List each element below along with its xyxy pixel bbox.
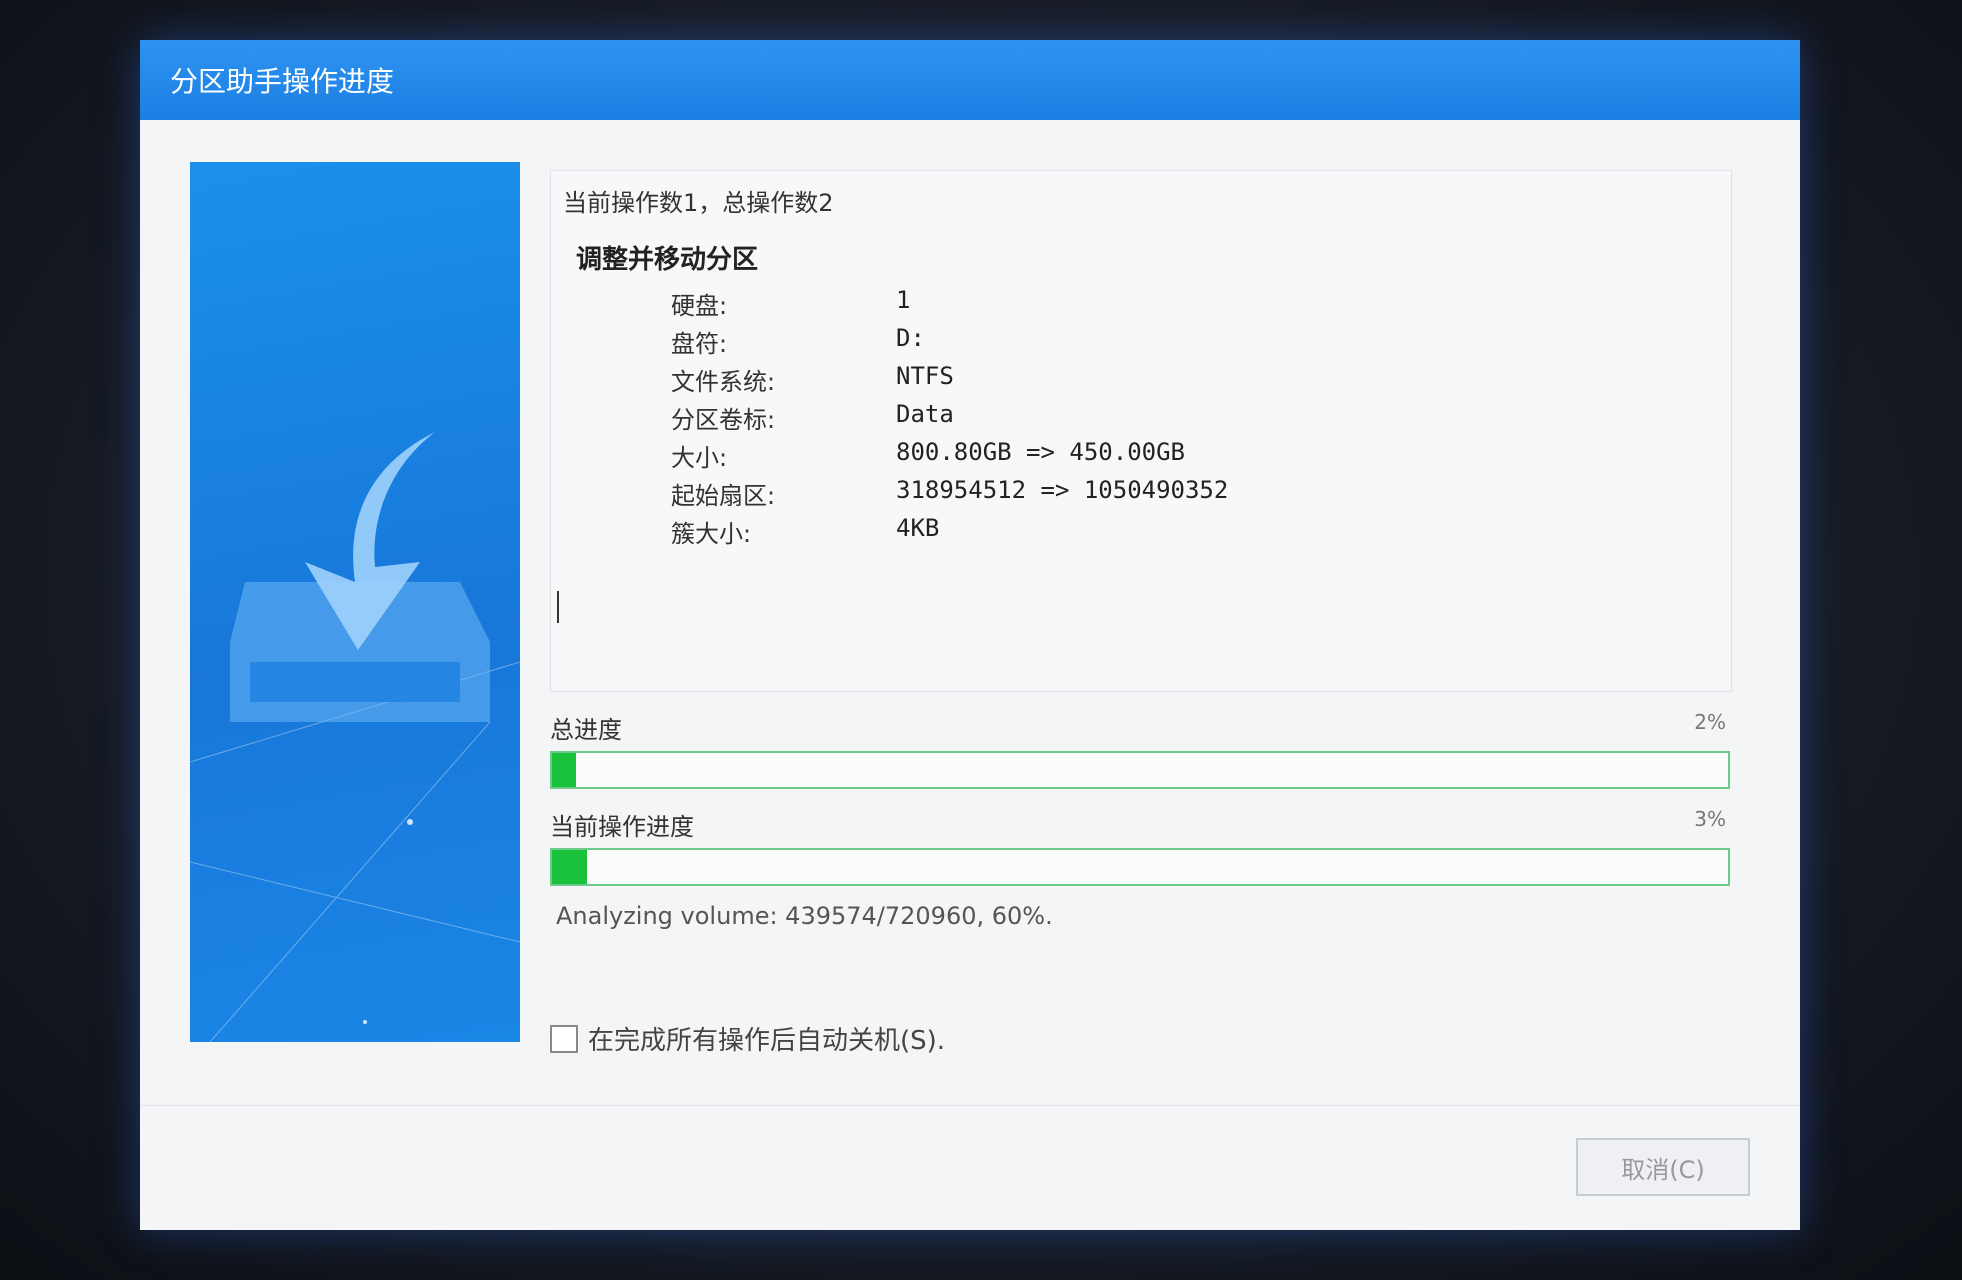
current-progress-fill: [552, 850, 588, 884]
shutdown-option[interactable]: 在完成所有操作后自动关机(S).: [550, 1020, 1750, 1057]
operation-counter: 当前操作数1，总操作数2: [563, 189, 834, 217]
progress-dialog: 分区助手操作进度 当前操作数1，总操作数2 调整并移动分区 硬盘: 1 盘符: …: [140, 40, 1800, 1230]
detail-value: Data: [896, 400, 954, 428]
detail-label: 分区卷标:: [671, 406, 776, 434]
disk-download-icon: [190, 432, 520, 1042]
cancel-button[interactable]: 取消(C): [1576, 1138, 1750, 1196]
side-banner: [190, 162, 520, 1042]
operation-title: 调整并移动分区: [576, 245, 759, 275]
detail-value: 800.80GB => 450.00GB: [896, 438, 1185, 466]
detail-label: 文件系统:: [671, 368, 776, 396]
operation-info-box[interactable]: 当前操作数1，总操作数2 调整并移动分区 硬盘: 1 盘符: D: 文件系统: …: [550, 170, 1732, 692]
detail-value: D:: [896, 324, 925, 352]
current-progress-bar: [550, 848, 1730, 886]
detail-value: 318954512 => 1050490352: [896, 476, 1229, 504]
current-progress-label: 当前操作进度: [550, 813, 694, 841]
detail-row-cluster-size: 簇大小: 4KB: [671, 514, 939, 549]
detail-row-drive-letter: 盘符: D:: [671, 324, 925, 359]
detail-label: 大小:: [671, 444, 728, 472]
detail-row-size: 大小: 800.80GB => 450.00GB: [671, 438, 1185, 473]
text-caret: [557, 591, 559, 623]
shutdown-label[interactable]: 在完成所有操作后自动关机(S).: [588, 1020, 945, 1057]
detail-label: 起始扇区:: [671, 482, 776, 510]
title-bar[interactable]: 分区助手操作进度: [140, 40, 1800, 120]
total-progress-header: 总进度 2%: [550, 710, 1730, 745]
detail-row-disk: 硬盘: 1: [671, 286, 910, 321]
total-progress-bar: [550, 751, 1730, 789]
detail-label: 硬盘:: [671, 292, 728, 320]
detail-value: 4KB: [896, 514, 940, 542]
main-content: 当前操作数1，总操作数2 调整并移动分区 硬盘: 1 盘符: D: 文件系统: …: [550, 170, 1750, 1057]
total-progress-percent: 2%: [1694, 710, 1726, 734]
footer-divider: [140, 1105, 1800, 1106]
current-progress-percent: 3%: [1694, 807, 1726, 831]
status-text: Analyzing volume: 439574/720960, 60%.: [556, 902, 1053, 930]
detail-row-volume-label: 分区卷标: Data: [671, 400, 954, 435]
shutdown-checkbox[interactable]: [550, 1024, 578, 1053]
detail-label: 簇大小:: [671, 520, 752, 548]
detail-label: 盘符:: [671, 330, 728, 358]
current-progress-header: 当前操作进度 3%: [550, 807, 1730, 842]
detail-row-start-sector: 起始扇区: 318954512 => 1050490352: [671, 476, 1228, 511]
detail-value: NTFS: [896, 362, 954, 390]
detail-value: 1: [896, 286, 911, 314]
total-progress-fill: [552, 753, 576, 787]
window-title: 分区助手操作进度: [170, 65, 395, 98]
total-progress-label: 总进度: [550, 716, 622, 744]
detail-row-filesystem: 文件系统: NTFS: [671, 362, 954, 397]
